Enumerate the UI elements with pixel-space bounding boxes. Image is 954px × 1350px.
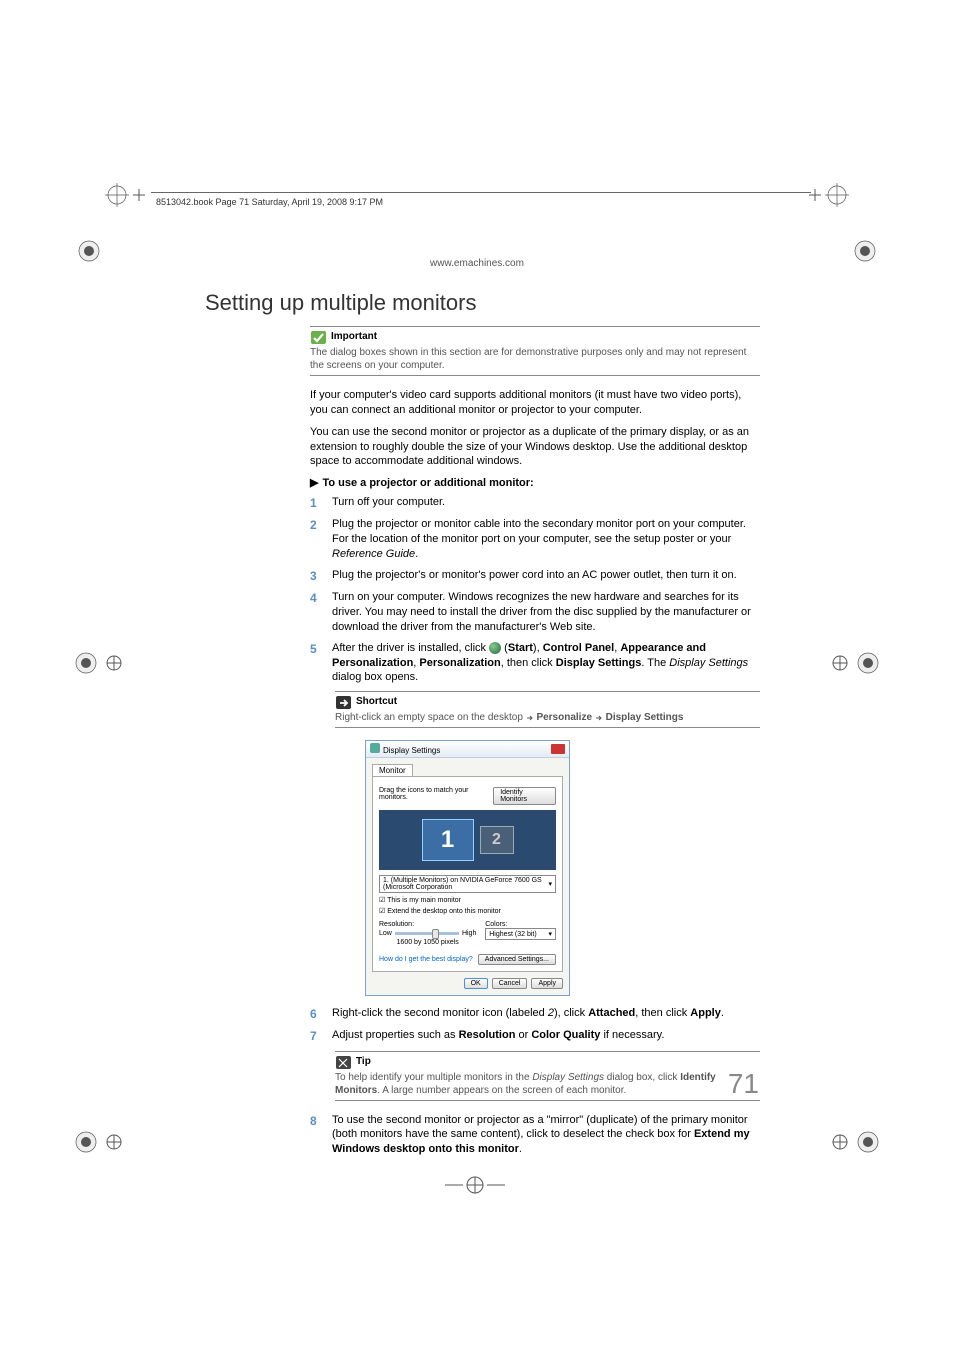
step-number: 3	[310, 568, 332, 584]
step-number: 2	[310, 517, 332, 562]
tip-text-3: dialog box, click	[604, 1072, 680, 1083]
intro-para-2: You can use the second monitor or projec…	[310, 425, 760, 470]
dialog-icon	[370, 743, 380, 753]
drag-instruction: Drag the icons to match your monitors.	[379, 787, 493, 805]
shortcut-label: Shortcut	[356, 696, 397, 707]
shortcut-display-settings: Display Settings	[606, 712, 684, 723]
tip-text-2: Display Settings	[532, 1072, 604, 1083]
step-4-text: Turn on your computer. Windows recognize…	[332, 590, 760, 635]
step-number: 8	[310, 1113, 332, 1158]
arrow-icon	[526, 714, 534, 722]
crop-mark-side-br	[830, 1127, 880, 1157]
shortcut-text-1: Right-click an empty space on the deskto…	[335, 712, 526, 723]
resolution-value: 1600 by 1050 pixels	[379, 939, 476, 946]
monitor-2-icon: 2	[480, 826, 514, 854]
shortcut-icon	[335, 695, 353, 711]
important-text: The dialog boxes shown in this section a…	[310, 347, 746, 371]
crop-mark-side-ml	[74, 648, 124, 678]
device-dropdown: 1. (Multiple Monitors) on NVIDIA GeForce…	[379, 875, 556, 893]
identify-monitors-button: Identify Monitors	[493, 787, 556, 805]
procedure-title-text: To use a projector or additional monitor…	[322, 477, 533, 489]
step-number: 7	[310, 1028, 332, 1044]
step-number: 1	[310, 495, 332, 511]
crop-mark-tr	[809, 183, 849, 223]
intro-para-1: If your computer's video card supports a…	[310, 388, 760, 418]
shortcut-personalize: Personalize	[536, 712, 592, 723]
colors-label: Colors:	[485, 921, 507, 928]
step-5-text: After the driver is installed, click (St…	[332, 641, 760, 686]
url-header: www.emachines.com	[0, 258, 954, 269]
crop-mark-tl	[105, 183, 145, 223]
header-rule	[151, 192, 811, 193]
apply-button: Apply	[531, 978, 563, 989]
procedure-heading: ▶ To use a projector or additional monito…	[310, 476, 760, 489]
tip-callout: Tip To help identify your multiple monit…	[335, 1051, 760, 1101]
shortcut-callout: Shortcut Right-click an empty space on t…	[335, 691, 760, 728]
help-link: How do I get the best display?	[379, 956, 473, 963]
step-6-text: Right-click the second monitor icon (lab…	[332, 1006, 760, 1022]
step-number: 6	[310, 1006, 332, 1022]
tip-label: Tip	[356, 1056, 371, 1067]
section-title: Setting up multiple monitors	[205, 290, 760, 316]
display-settings-dialog-screenshot: Display Settings Monitor Drag the icons …	[365, 740, 570, 996]
step-2-text: Plug the projector or monitor cable into…	[332, 517, 760, 562]
window-close-icon	[551, 744, 565, 754]
tip-text-1: To help identify your multiple monitors …	[335, 1072, 532, 1083]
resolution-slider	[395, 932, 459, 935]
step-number: 5	[310, 641, 332, 686]
crop-mark-bc	[445, 1170, 505, 1200]
monitor-tab: Monitor	[372, 764, 413, 776]
extend-desktop-checkbox: ☑ Extend the desktop onto this monitor	[379, 907, 556, 915]
running-header: 8513042.book Page 71 Saturday, April 19,…	[156, 197, 383, 207]
dialog-title-text: Display Settings	[383, 746, 440, 755]
page-number: 71	[728, 1068, 759, 1100]
start-orb-icon	[489, 642, 501, 654]
main-monitor-checkbox: ☑ This is my main monitor	[379, 896, 556, 904]
step-3-text: Plug the projector's or monitor's power …	[332, 568, 760, 584]
tip-text-5: . A large number appears on the screen o…	[377, 1085, 626, 1096]
colors-dropdown: Highest (32 bit)▾	[485, 928, 556, 940]
ok-button: OK	[464, 978, 488, 989]
tip-icon	[335, 1055, 353, 1071]
advanced-settings-button: Advanced Settings...	[478, 954, 556, 965]
triangle-icon: ▶	[310, 476, 318, 489]
resolution-label: Resolution:	[379, 921, 414, 928]
dialog-titlebar: Display Settings	[366, 741, 569, 758]
important-callout: Important The dialog boxes shown in this…	[310, 326, 760, 376]
crop-mark-side-bl	[74, 1127, 124, 1157]
monitor-preview-area: 1 2	[379, 810, 556, 870]
important-label: Important	[331, 331, 377, 342]
step-8-text: To use the second monitor or projector a…	[332, 1113, 760, 1158]
low-label: Low	[379, 930, 392, 937]
step-1-text: Turn off your computer.	[332, 495, 760, 511]
checkmark-icon	[310, 330, 328, 346]
step-number: 4	[310, 590, 332, 635]
step-7-text: Adjust properties such as Resolution or …	[332, 1028, 760, 1044]
monitor-1-icon: 1	[422, 819, 474, 861]
high-label: High	[462, 930, 476, 937]
crop-mark-side-mr	[830, 648, 880, 678]
arrow-icon	[595, 714, 603, 722]
cancel-button: Cancel	[492, 978, 528, 989]
